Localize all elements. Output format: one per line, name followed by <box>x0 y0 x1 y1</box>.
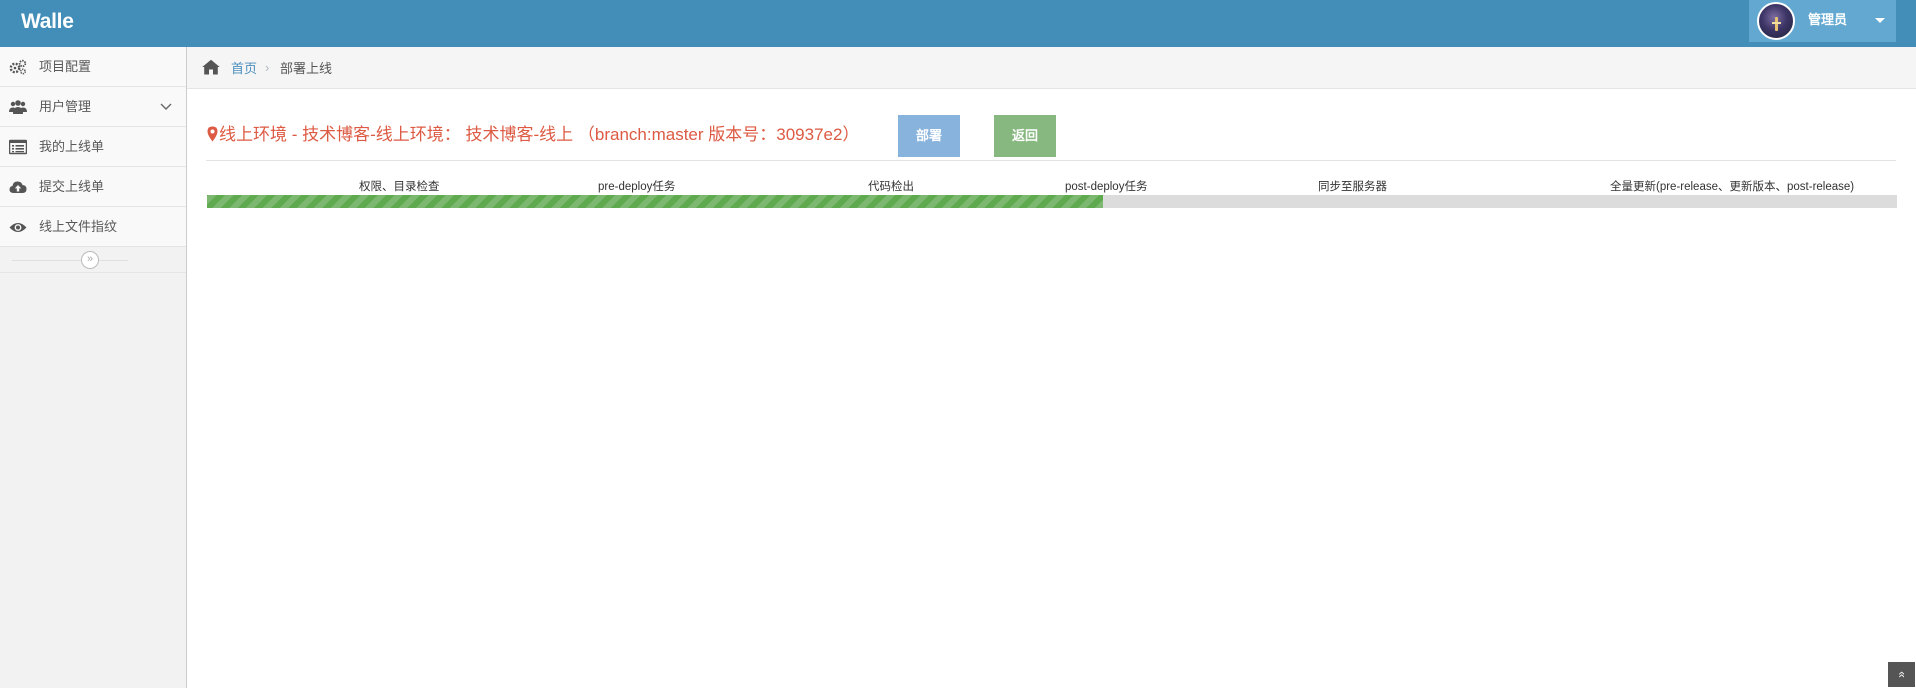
step-label: 全量更新(pre-release、更新版本、post-release) <box>1610 181 1855 193</box>
avatar[interactable] <box>1757 2 1795 40</box>
step-label: pre-deploy任务 <box>598 181 676 193</box>
users-icon <box>9 100 27 114</box>
divider <box>12 260 128 261</box>
breadcrumb-separator: › <box>265 60 270 75</box>
step-label: post-deploy任务 <box>1065 181 1148 193</box>
eye-icon <box>9 223 27 232</box>
map-marker-icon <box>207 126 218 142</box>
cloud-upload-icon <box>9 181 27 193</box>
sidebar-item-label: 项目配置 <box>39 59 92 74</box>
sidebar-item-project-config[interactable]: 项目配置 <box>0 47 186 87</box>
sidebar-item-user-management[interactable]: 用户管理 <box>0 87 186 127</box>
home-icon <box>202 59 220 75</box>
cogs-icon <box>9 59 27 75</box>
chevron-down-icon[interactable] <box>160 101 172 111</box>
divider <box>206 160 1896 161</box>
deploy-button[interactable]: 部署 <box>898 115 960 157</box>
breadcrumb: 首页 › 部署上线 <box>187 47 1916 89</box>
user-menu[interactable]: 管理员 <box>1749 0 1896 42</box>
sidebar-item-file-fingerprint[interactable]: 线上文件指纹 <box>0 207 186 247</box>
caret-down-icon[interactable] <box>1875 18 1885 23</box>
sidebar-item-label: 提交上线单 <box>39 179 105 194</box>
sidebar: 项目配置 用户管理 我的上线单 提交上线单 线上文件指纹 » <box>0 47 187 688</box>
back-button[interactable]: 返回 <box>994 115 1056 157</box>
breadcrumb-current: 部署上线 <box>280 61 333 76</box>
deploy-progress-bar <box>207 195 1897 208</box>
list-icon <box>9 139 27 155</box>
sidebar-item-submit-release[interactable]: 提交上线单 <box>0 167 186 207</box>
step-label: 权限、目录检查 <box>359 181 440 193</box>
sidebar-item-label: 线上文件指纹 <box>39 219 118 234</box>
step-label: 代码检出 <box>868 181 914 193</box>
breadcrumb-home-link[interactable]: 首页 <box>231 61 257 77</box>
page-title: 线上环境 - 技术博客-线上环境： 技术博客-线上 （branch:master… <box>219 125 860 144</box>
deploy-progress-fill <box>207 195 1103 208</box>
top-navbar: Walle 管理员 <box>0 0 1916 47</box>
step-label: 同步至服务器 <box>1318 181 1387 193</box>
user-name[interactable]: 管理员 <box>1808 12 1847 28</box>
scroll-to-top-button[interactable]: » <box>1888 662 1915 687</box>
sidebar-item-label: 我的上线单 <box>39 139 105 154</box>
sidebar-collapse-button[interactable]: » <box>81 251 99 269</box>
sidebar-item-my-releases[interactable]: 我的上线单 <box>0 127 186 167</box>
brand-logo[interactable]: Walle <box>21 9 74 35</box>
sidebar-item-label: 用户管理 <box>39 99 92 114</box>
